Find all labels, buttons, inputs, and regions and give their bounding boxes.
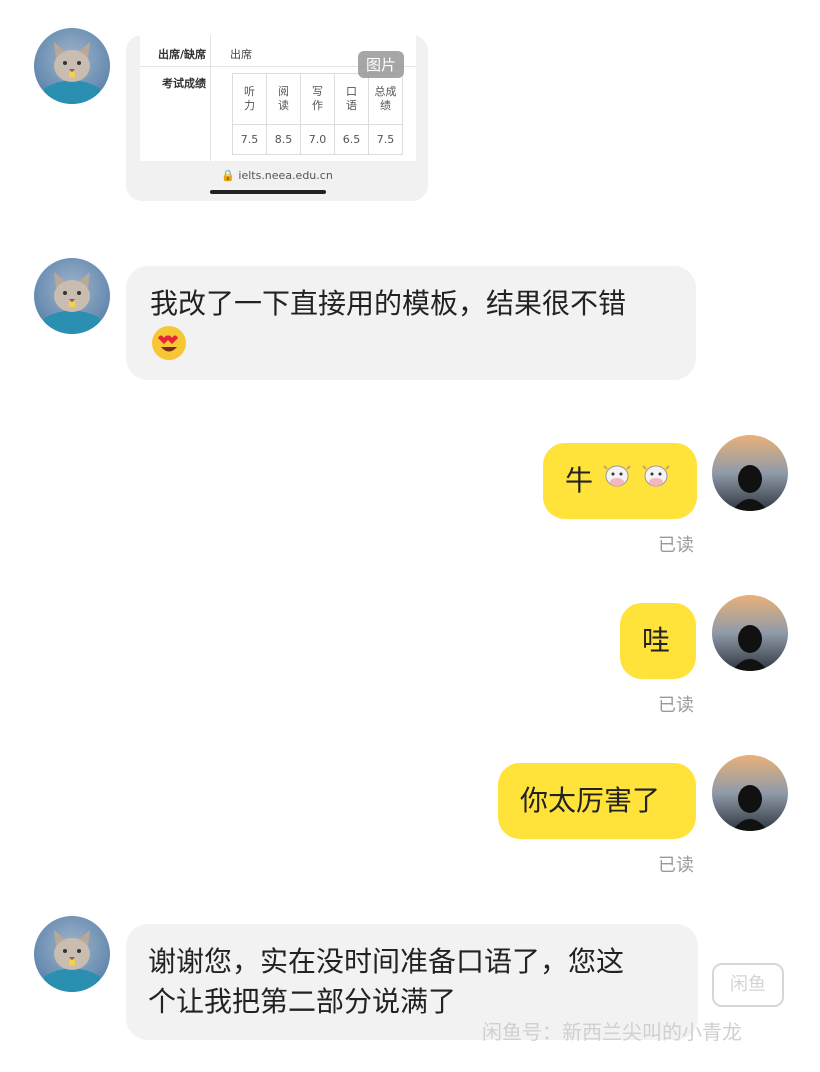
score-value: 7.0 — [300, 124, 335, 155]
url-text: ielts.neea.edu.cn — [238, 169, 333, 182]
scores-label: 考试成绩 — [162, 77, 206, 90]
message-text: 牛 — [565, 464, 594, 497]
sunset-avatar-icon — [712, 435, 788, 511]
message-text: 谢谢您，实在没时间准备口语了，您这 — [148, 945, 625, 978]
score-header: 写作 — [300, 73, 335, 125]
score-value: 8.5 — [266, 124, 301, 155]
watermark-text: 闲鱼号：新西兰尖叫的小青龙 — [482, 1020, 742, 1044]
image-tag: 图片 — [358, 51, 405, 78]
heart-eyes-icon — [150, 324, 188, 373]
score-header: 总成绩 — [368, 73, 403, 125]
cat-avatar-icon — [44, 930, 100, 992]
message-bubble[interactable]: 哇 — [620, 603, 696, 679]
lock-icon: 🔒 — [221, 169, 235, 182]
scores-table: 听力 阅读 写作 口语 总成绩 7.5 8.5 7.0 6.5 7.5 — [232, 73, 403, 155]
contact-avatar[interactable] — [34, 28, 110, 104]
contact-avatar[interactable] — [34, 258, 110, 334]
image-message[interactable]: 出席/缺席 出席 考试成绩 听力 阅读 写作 口语 总成绩 7.5 8.5 7.… — [126, 35, 428, 201]
score-header: 口语 — [334, 73, 369, 125]
score-value: 7.5 — [232, 124, 267, 155]
cow-face-icon — [602, 462, 632, 503]
url-bar: 🔒 ielts.neea.edu.cn — [126, 169, 428, 182]
read-status: 已读 — [658, 535, 694, 556]
user-avatar[interactable] — [712, 595, 788, 671]
sunset-avatar-icon — [712, 755, 788, 831]
message-bubble[interactable]: 牛 — [543, 443, 697, 519]
message-text: 你太厉害了 — [520, 784, 661, 817]
attendance-label: 出席/缺席 — [158, 48, 207, 61]
score-header: 听力 — [232, 73, 267, 125]
message-text: 我改了一下直接用的模板，结果很不错 — [150, 287, 627, 320]
home-indicator — [210, 190, 326, 194]
read-status: 已读 — [658, 855, 694, 876]
divider — [210, 35, 211, 161]
message-bubble[interactable]: 你太厉害了 — [498, 763, 696, 839]
score-value: 6.5 — [334, 124, 369, 155]
score-value: 7.5 — [368, 124, 403, 155]
score-header: 阅读 — [266, 73, 301, 125]
watermark-logo: 闲鱼 — [712, 963, 784, 1007]
message-bubble[interactable]: 我改了一下直接用的模板，结果很不错 — [126, 266, 696, 380]
cat-avatar-icon — [44, 42, 100, 104]
message-text: 个让我把第二部分说满了 — [148, 985, 457, 1018]
contact-avatar[interactable] — [34, 916, 110, 992]
attendance-value: 出席 — [230, 48, 252, 61]
sunset-avatar-icon — [712, 595, 788, 671]
message-text: 哇 — [642, 624, 671, 657]
cat-avatar-icon — [44, 272, 100, 334]
cow-face-icon — [641, 462, 671, 503]
user-avatar[interactable] — [712, 435, 788, 511]
read-status: 已读 — [658, 695, 694, 716]
user-avatar[interactable] — [712, 755, 788, 831]
